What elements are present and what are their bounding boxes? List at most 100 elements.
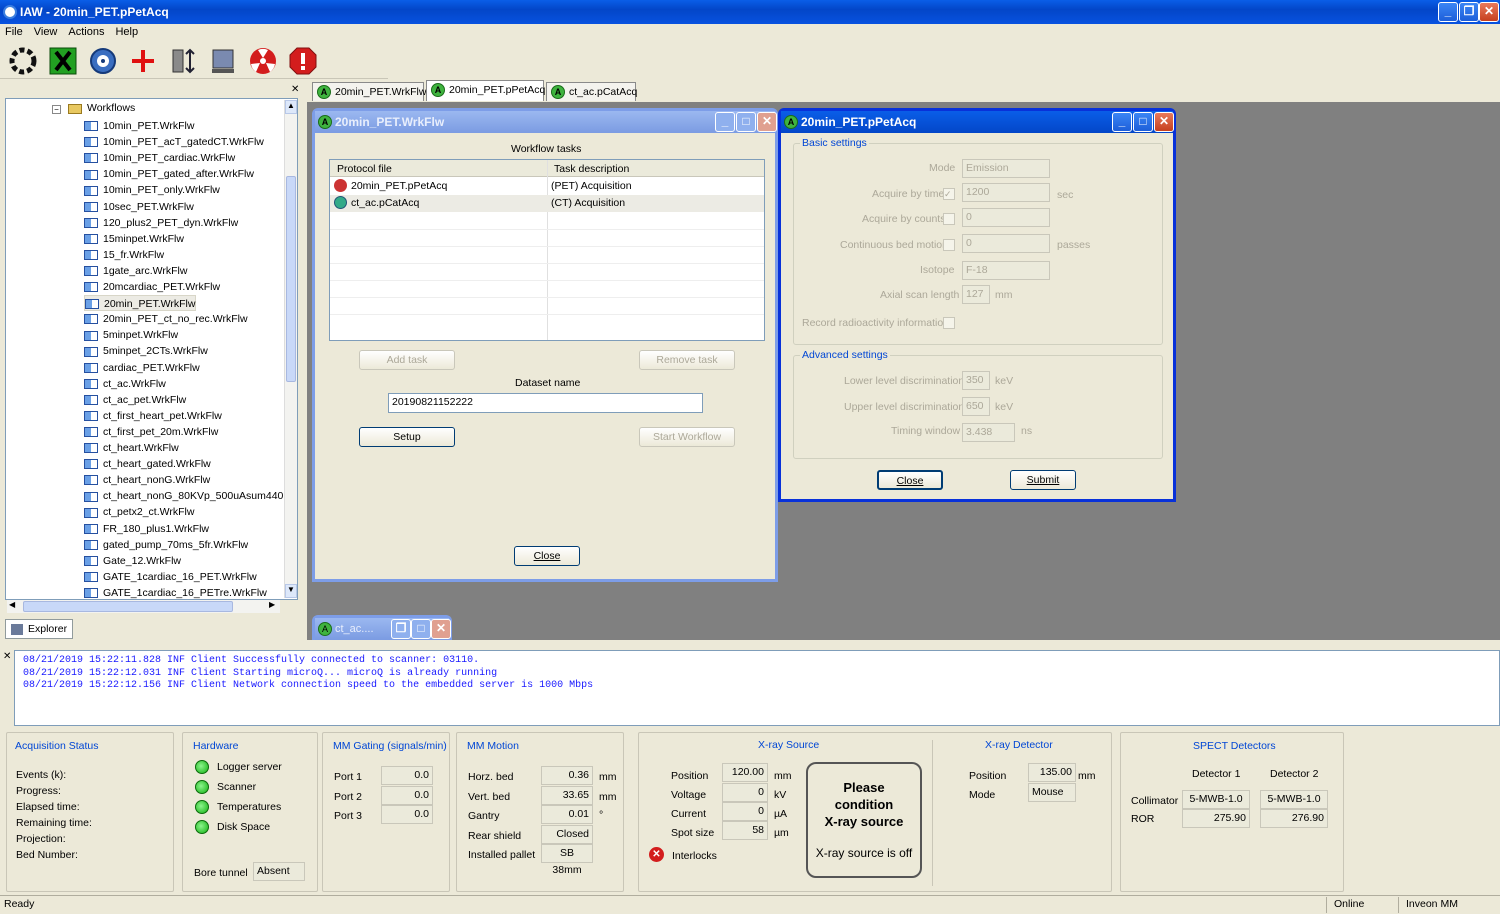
explorer-tab[interactable]: Explorer (5, 619, 73, 639)
pet-minimize-button[interactable]: _ (1112, 112, 1132, 132)
mini-restore-button[interactable]: ❐ (391, 619, 411, 639)
continuous-bed-input[interactable]: 0 (962, 234, 1050, 253)
workflow-file-icon (84, 266, 98, 277)
workflow-file-icon (84, 137, 98, 148)
explorer-close-icon[interactable]: ✕ (291, 84, 299, 95)
tree-root-label[interactable]: Workflows (87, 102, 135, 114)
tree-item[interactable]: ct_heart.WrkFlw (84, 440, 179, 456)
tree-item[interactable]: GATE_1cardiac_16_PET.WrkFlw (84, 569, 257, 585)
tab-ct-acq[interactable]: Act_ac.pCatAcq (546, 82, 637, 101)
acquire-time-input[interactable]: 1200 (962, 183, 1050, 202)
tree-item[interactable]: 15minpet.WrkFlw (84, 231, 184, 247)
minimize-button[interactable]: _ (1438, 2, 1458, 22)
collapse-icon[interactable]: − (52, 105, 61, 114)
workflow-minimize-button[interactable]: _ (715, 112, 735, 132)
menu-file[interactable]: File (5, 26, 23, 38)
condition-xray-notice[interactable]: Please condition X-ray source X-ray sour… (806, 762, 922, 878)
minimized-ct-window[interactable]: A ct_ac.... ❐ □ ✕ (312, 615, 452, 640)
tab-pet-acq[interactable]: A 20min_PET.pPetAcq (426, 80, 545, 101)
tree-item[interactable]: ct_ac.WrkFlw (84, 376, 166, 392)
restore-button[interactable]: ❐ (1459, 2, 1479, 22)
isotope-select[interactable]: F-18 (962, 261, 1050, 280)
dataset-name-label: Dataset name (515, 377, 581, 389)
tree-item[interactable]: 15_fr.WrkFlw (84, 247, 164, 263)
col-task-description[interactable]: Task description (554, 163, 629, 175)
mini-close-button[interactable]: ✕ (431, 619, 451, 639)
timing-window-select[interactable]: 3.438 (962, 423, 1015, 442)
tree-item[interactable]: 20mcardiac_PET.WrkFlw (84, 279, 220, 295)
exit-icon[interactable] (46, 45, 80, 77)
pet-window-title: A 20min_PET.pPetAcq _ □ ✕ (781, 111, 1174, 133)
temperatures-status-led (195, 800, 209, 814)
current-value: 0 (722, 802, 768, 821)
add-task-button[interactable]: Add task (359, 350, 455, 370)
tree-item[interactable]: gated_pump_70ms_5fr.WrkFlw (84, 537, 248, 553)
tree-item[interactable]: 10min_PET.WrkFlw (84, 118, 194, 134)
tree-horizontal-scrollbar[interactable]: ◀ ▶ (7, 600, 280, 613)
voltage-label: Voltage (671, 789, 707, 801)
record-radioactivity-checkbox[interactable] (943, 317, 955, 329)
tree-item[interactable]: FR_180_plus1.WrkFlw (84, 521, 209, 537)
tree-item[interactable]: 120_plus2_PET_dyn.WrkFlw (84, 215, 238, 231)
tree-item[interactable]: 5minpet.WrkFlw (84, 327, 178, 343)
axial-scan-input[interactable]: 127 (962, 285, 990, 304)
tree-item[interactable]: ct_first_heart_pet.WrkFlw (84, 408, 222, 424)
reload-icon[interactable] (6, 45, 40, 77)
tree-item[interactable]: ct_heart_nonG_80KVp_500uAsum440ms (84, 488, 297, 504)
add-icon[interactable] (126, 45, 160, 77)
dataset-name-input[interactable]: 20190821152222 (388, 393, 703, 413)
mode-select[interactable]: Emission (962, 159, 1050, 178)
col-protocol-file[interactable]: Protocol file (337, 163, 392, 175)
tree-item[interactable]: 10sec_PET.WrkFlw (84, 199, 194, 215)
acquire-by-time-checkbox[interactable]: ✓ (943, 188, 955, 200)
pet-maximize-button[interactable]: □ (1133, 112, 1153, 132)
menu-help[interactable]: Help (115, 26, 138, 38)
submit-button[interactable]: Submit (1010, 470, 1076, 490)
table-row[interactable]: ct_ac.pCatAcq (CT) Acquisition (330, 195, 764, 212)
tree-item[interactable]: ct_ac_pet.WrkFlw (84, 392, 186, 408)
setup-button[interactable]: Setup (359, 427, 455, 447)
continuous-bed-checkbox[interactable] (943, 239, 955, 251)
remove-task-button[interactable]: Remove task (639, 350, 735, 370)
tree-item[interactable]: ct_petx2_ct.WrkFlw (84, 504, 194, 520)
workflow-close-button[interactable]: Close (514, 546, 580, 566)
tree-item[interactable]: Gate_12.WrkFlw (84, 553, 181, 569)
tree-item[interactable]: ct_heart_gated.WrkFlw (84, 456, 211, 472)
stop-icon[interactable] (286, 45, 320, 77)
radiation-icon[interactable] (246, 45, 280, 77)
tree-item[interactable]: 10min_PET_acT_gatedCT.WrkFlw (84, 134, 264, 150)
pet-close-x-button[interactable]: ✕ (1154, 112, 1174, 132)
adjust-bed-icon[interactable] (166, 45, 200, 77)
rear-shield-label: Rear shield (468, 830, 522, 842)
tree-item[interactable]: ct_heart_nonG.WrkFlw (84, 472, 210, 488)
monitor-icon[interactable] (206, 45, 240, 77)
tree-item[interactable]: 20min_PET.WrkFlw (84, 295, 197, 312)
tree-item[interactable]: 5minpet_2CTs.WrkFlw (84, 343, 208, 359)
tree-item[interactable]: 20min_PET_ct_no_rec.WrkFlw (84, 311, 248, 327)
acquire-by-counts-checkbox[interactable] (943, 213, 955, 225)
target-icon[interactable] (86, 45, 120, 77)
spect-panel: SPECT Detectors Detector 1 Detector 2 Co… (1120, 732, 1344, 892)
tree-item[interactable]: 10min_PET_cardiac.WrkFlw (84, 150, 235, 166)
start-workflow-button[interactable]: Start Workflow (639, 427, 735, 447)
tree-item[interactable]: 10min_PET_only.WrkFlw (84, 182, 220, 198)
mini-maximize-button[interactable]: □ (411, 619, 431, 639)
acquire-counts-input[interactable]: 0 (962, 208, 1050, 227)
lld-input[interactable]: 350 (962, 371, 990, 390)
close-button[interactable]: ✕ (1479, 2, 1499, 22)
tree-vertical-scrollbar[interactable]: ▲ ▼ (284, 100, 297, 598)
tree-item[interactable]: GATE_1cardiac_16_PETre.WrkFlw (84, 585, 267, 599)
uld-input[interactable]: 650 (962, 397, 990, 416)
pet-close-button[interactable]: Close (877, 470, 943, 490)
tree-item[interactable]: 10min_PET_gated_after.WrkFlw (84, 166, 254, 182)
tab-workflow[interactable]: A 20min_PET.WrkFlw (312, 82, 426, 101)
table-row[interactable]: 20min_PET.pPetAcq (PET) Acquisition (330, 178, 764, 195)
tree-item[interactable]: ct_first_pet_20m.WrkFlw (84, 424, 218, 440)
tree-item[interactable]: cardiac_PET.WrkFlw (84, 360, 200, 376)
workflow-close-x-button[interactable]: ✕ (757, 112, 777, 132)
tree-item[interactable]: 1gate_arc.WrkFlw (84, 263, 187, 279)
menu-actions[interactable]: Actions (68, 26, 104, 38)
workflow-maximize-button[interactable]: □ (736, 112, 756, 132)
log-close-icon[interactable]: ✕ (3, 651, 11, 662)
menu-view[interactable]: View (34, 26, 58, 38)
